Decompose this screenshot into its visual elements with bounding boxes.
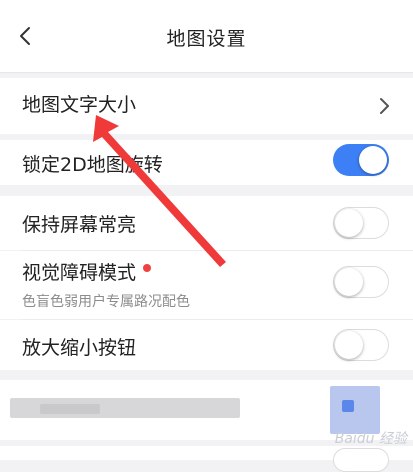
watermark-logo: Baidu 经验 <box>334 431 407 447</box>
setting-row-keep-screen-on: 保持屏幕常亮 <box>0 196 413 250</box>
chevron-right-icon <box>380 98 389 114</box>
setting-row-lock-2d-rotation: 锁定2D地图旋转 <box>0 140 413 185</box>
setting-row-zoom-buttons: 放大缩小按钮 <box>0 320 413 370</box>
setting-label: 保持屏幕常亮 <box>22 214 137 236</box>
setting-label: 放大缩小按钮 <box>22 337 137 359</box>
setting-row-text-size[interactable]: 地图文字大小 <box>0 78 413 134</box>
keep-screen-on-toggle[interactable] <box>333 207 389 239</box>
visual-impairment-toggle[interactable] <box>333 266 389 298</box>
partial-setting-row <box>0 446 413 472</box>
toggle-knob <box>335 268 363 296</box>
page-title: 地图设置 <box>166 28 247 50</box>
setting-row-visual-impairment: 视觉障碍模式 色盲色弱用户专属路况配色 <box>0 251 413 319</box>
blurred-text <box>40 404 100 414</box>
setting-label: 地图文字大小 <box>22 94 137 116</box>
toggle-knob <box>335 331 363 359</box>
new-badge-dot <box>143 264 151 272</box>
partial-toggle <box>333 448 389 472</box>
toggle-knob <box>359 146 387 174</box>
toggle-knob <box>335 209 363 237</box>
setting-subtitle: 色盲色弱用户专属路况配色 <box>22 294 190 310</box>
zoom-buttons-toggle[interactable] <box>333 329 389 361</box>
setting-label: 锁定2D地图旋转 <box>22 154 163 176</box>
lock-2d-rotation-toggle[interactable] <box>333 144 389 176</box>
top-bar: 地图设置 <box>0 0 413 73</box>
blurred-control <box>330 386 380 434</box>
blurred-control <box>342 400 354 412</box>
setting-label: 视觉障碍模式 <box>22 262 137 284</box>
